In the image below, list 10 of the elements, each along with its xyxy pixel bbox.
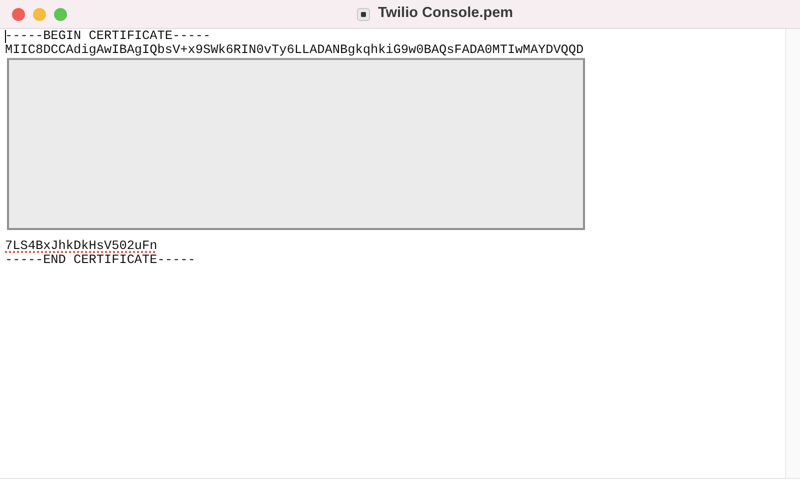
zoom-button[interactable] [54, 8, 67, 20]
text-line: MIIC8DCCAdigAwIBAgIQbsV+x9SWk6RIN0vTy6LLADANBgkqhkiG9w0BAQsFADA0MTIwMAYDVQQD [5, 43, 584, 57]
text-line: 7LS4BxJhkDkHsV502uFn [5, 239, 158, 253]
text-line: -----END CERTIFICATE----- [5, 253, 196, 267]
document-icon[interactable] [356, 8, 370, 20]
close-button[interactable] [12, 8, 25, 20]
text-line: -----BEGIN CERTIFICATE----- [5, 29, 211, 43]
window-title: Twilio Console.pem [378, 4, 514, 24]
scrollbar-track[interactable] [785, 29, 800, 478]
minimize-button[interactable] [33, 8, 46, 20]
